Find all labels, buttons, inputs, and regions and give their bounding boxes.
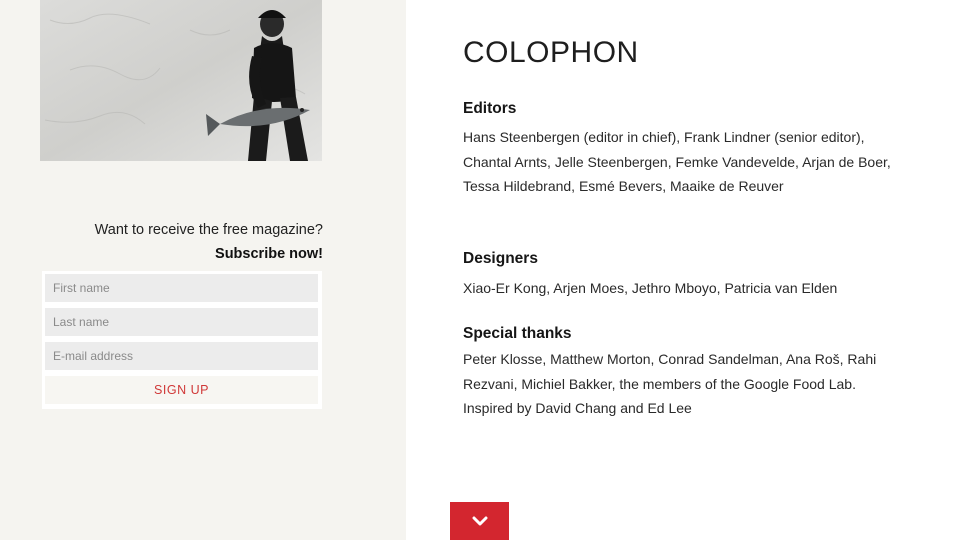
subscribe-form: SIGN UP (42, 271, 322, 409)
man-carrying-fish-photo (40, 0, 322, 161)
scroll-down-button[interactable] (450, 502, 509, 540)
special-thanks-heading: Special thanks (463, 325, 572, 342)
editors-heading: Editors (463, 100, 517, 117)
email-field[interactable] (45, 342, 318, 370)
editors-list: Hans Steenbergen (editor in chief), Fran… (463, 129, 891, 194)
first-name-field[interactable] (45, 274, 318, 302)
designers-heading: Designers (463, 250, 538, 267)
subscribe-cta: Subscribe now! (215, 246, 323, 262)
sign-up-button[interactable]: SIGN UP (45, 376, 318, 404)
promo-question: Want to receive the free magazine? (94, 222, 323, 238)
chevron-down-icon (472, 516, 487, 526)
last-name-field[interactable] (45, 308, 318, 336)
page-title: COLOPHON (463, 36, 639, 69)
sidebar: Want to receive the free magazine? Subsc… (0, 0, 406, 540)
designers-list: Xiao-Er Kong, Arjen Moes, Jethro Mboyo, … (463, 280, 838, 296)
special-thanks-list: Peter Klosse, Matthew Morton, Conrad San… (463, 351, 877, 416)
